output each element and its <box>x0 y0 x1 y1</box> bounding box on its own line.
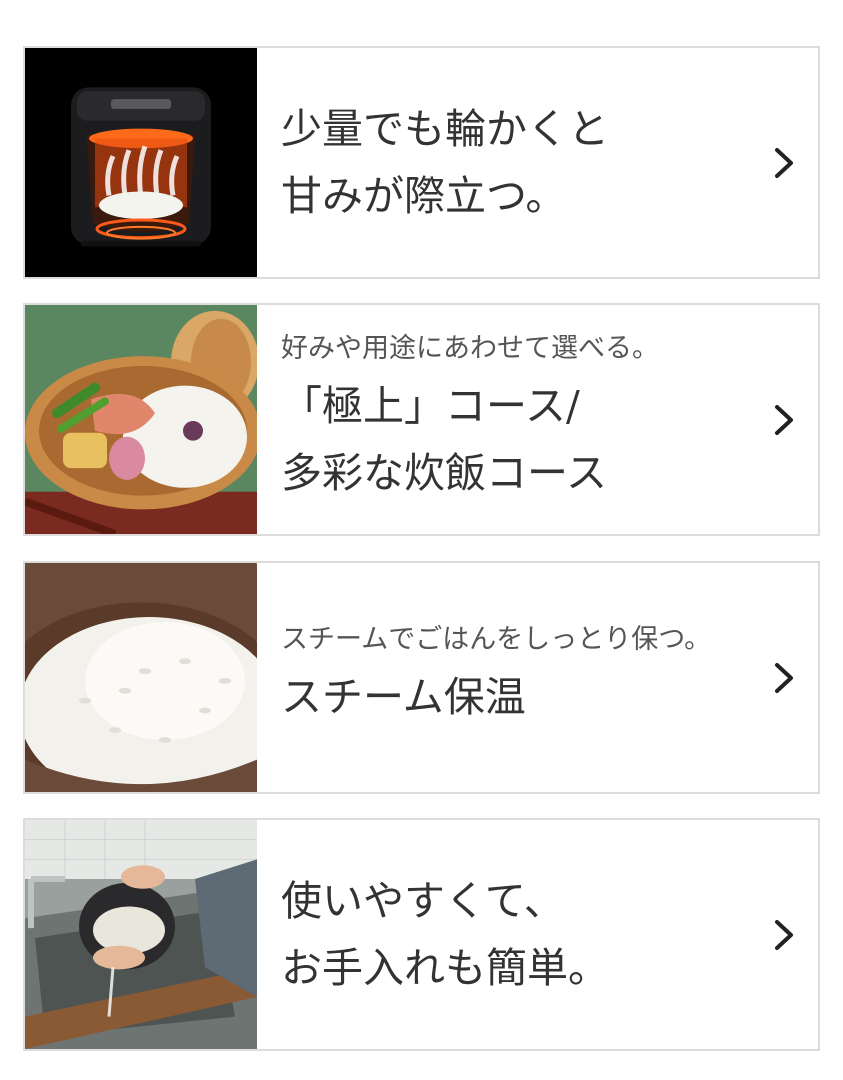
feature-card-steam-keep-warm[interactable]: スチームでごはんをしっとり保つ。 スチーム保温 <box>23 561 820 794</box>
card-subtitle: スチームでごはんをしっとり保つ。 <box>281 624 712 656</box>
feature-card-fluffy-rice[interactable]: 少量でも輪かくと 甘みが際立つ。 <box>23 46 820 279</box>
rice-cooker-heating-image <box>25 48 257 277</box>
feature-card-easy-care[interactable]: 使いやすくて、 お手入れも簡単。 <box>23 818 820 1051</box>
chevron-right-icon <box>772 403 796 437</box>
chevron-right-icon <box>772 146 796 180</box>
chevron-right-icon <box>772 918 796 952</box>
card-subtitle: 好みや用途にあわせて選べる。 <box>281 332 659 364</box>
card-text: 使いやすくて、 お手入れも簡単。 <box>257 820 818 1049</box>
chevron-right-icon <box>772 661 796 695</box>
rice-bowl-image <box>25 563 257 792</box>
washing-rice-image <box>25 820 257 1049</box>
feature-card-cooking-courses[interactable]: 好みや用途にあわせて選べる。 「極上」コース/ 多彩な炊飯コース <box>23 303 820 536</box>
card-text: 少量でも輪かくと 甘みが際立つ。 <box>257 48 818 277</box>
card-title-line-1: 使いやすくて、 <box>281 877 565 926</box>
card-title-line-2: 多彩な炊飯コース <box>281 448 607 497</box>
card-title-line-2: お手入れも簡単。 <box>281 943 609 992</box>
card-title-line-1: スチーム保温 <box>281 673 526 722</box>
card-title-line-2: 甘みが際立つ。 <box>281 171 567 220</box>
card-title-line-1: 少量でも輪かくと <box>281 105 609 154</box>
bento-box-image <box>25 305 257 534</box>
card-text: スチームでごはんをしっとり保つ。 スチーム保温 <box>257 563 818 792</box>
card-text: 好みや用途にあわせて選べる。 「極上」コース/ 多彩な炊飯コース <box>257 305 818 534</box>
card-title-line-1: 「極上」コース/ <box>281 382 580 431</box>
